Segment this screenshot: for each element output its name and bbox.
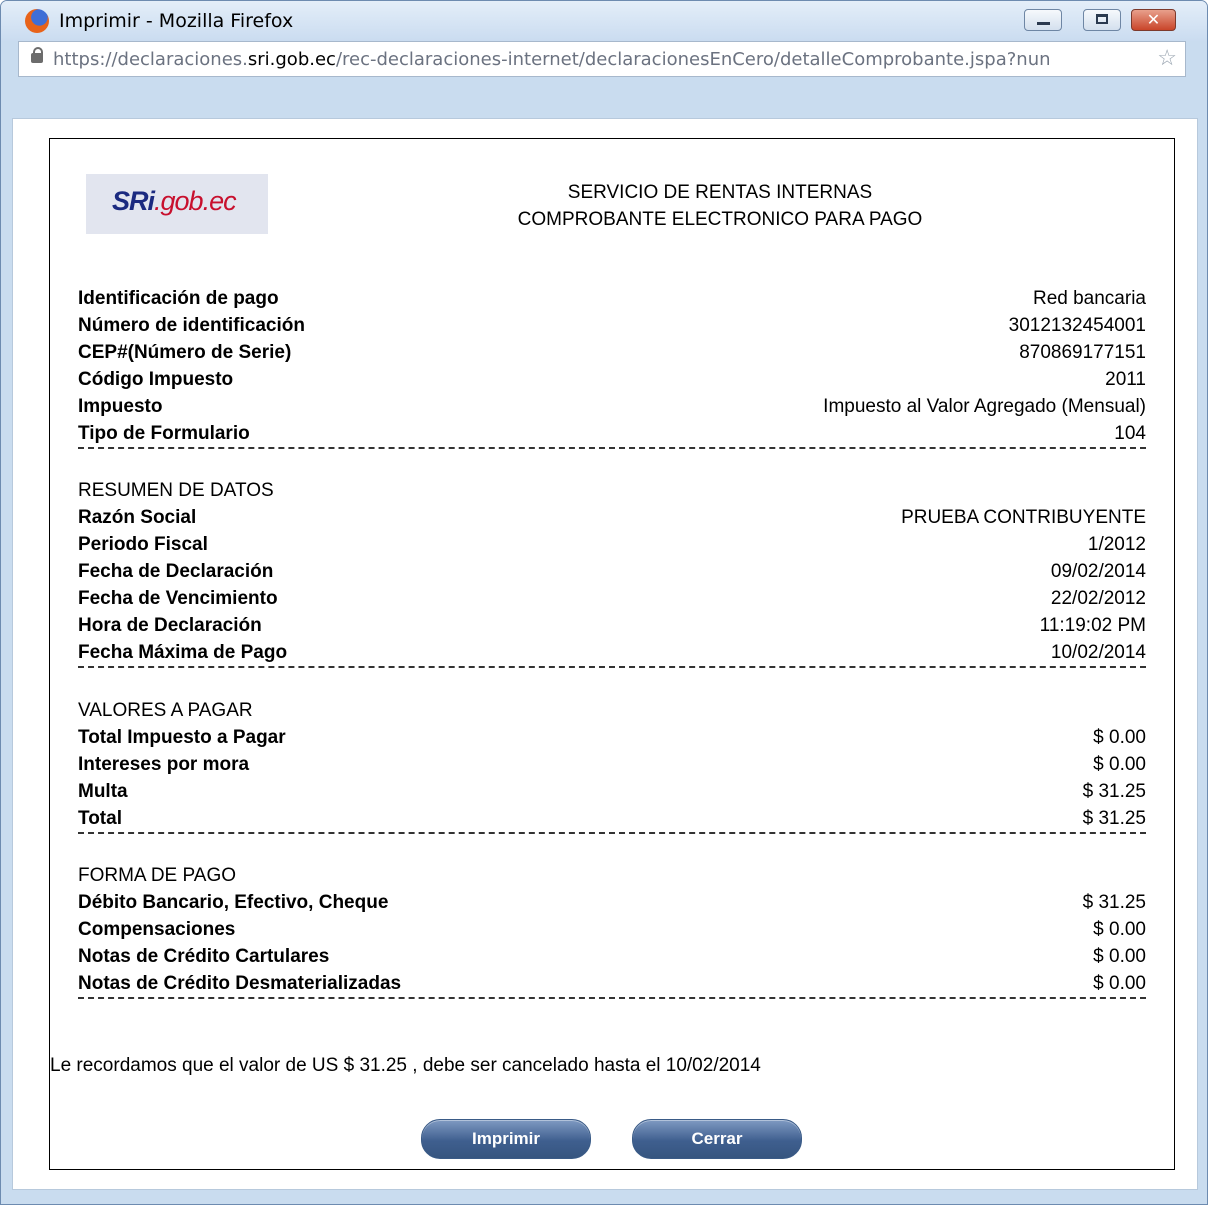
firefox-icon: [25, 9, 49, 33]
print-button[interactable]: Imprimir: [421, 1119, 591, 1159]
list-item: Notas de Crédito Cartulares $ 0.00: [78, 946, 1146, 967]
list-item: Total Impuesto a Pagar $ 0.00: [78, 727, 1146, 748]
close-window-button[interactable]: ✕: [1131, 9, 1176, 31]
sri-logo: SRi.gob.ec: [86, 174, 268, 234]
list-item: CEP#(Número de Serie) 870869177151: [78, 342, 1146, 363]
list-item: Fecha de Declaración 09/02/2014: [78, 561, 1146, 582]
list-item: Intereses por mora $ 0.00: [78, 754, 1146, 775]
identificacion-section: Identificación de pago Red bancaria Númer…: [78, 285, 1146, 449]
forma-pago-section: FORMA DE PAGO Débito Bancario, Efectivo,…: [78, 862, 1146, 999]
list-item: Identificación de pago Red bancaria: [78, 288, 1146, 309]
close-icon: ✕: [1146, 10, 1161, 29]
list-item: Hora de Declaración 11:19:02 PM: [78, 615, 1146, 636]
firefox-window: Imprimir - Mozilla Firefox ✕ https://dec…: [0, 0, 1208, 1205]
payment-reminder: Le recordamos que el valor de US $ 31.25…: [50, 1055, 761, 1076]
header-line-1: SERVICIO DE RENTAS INTERNAS: [567, 182, 873, 203]
page-content: SRi.gob.ec SERVICIO DE RENTAS INTERNAS C…: [12, 118, 1198, 1190]
list-item: Fecha Máxima de Pago 10/02/2014: [78, 642, 1146, 663]
list-item: Razón Social PRUEBA CONTRIBUYENTE: [78, 507, 1146, 528]
list-item: Notas de Crédito Desmaterializadas $ 0.00: [78, 973, 1146, 994]
list-item: Compensaciones $ 0.00: [78, 919, 1146, 940]
list-item: Código Impuesto 2011: [78, 369, 1146, 390]
list-item: Total $ 31.25: [78, 808, 1146, 829]
minimize-button[interactable]: [1024, 9, 1062, 31]
minimize-icon: [1037, 22, 1050, 25]
close-button[interactable]: Cerrar: [632, 1119, 802, 1159]
title-bar: Imprimir - Mozilla Firefox ✕: [1, 1, 1207, 41]
lock-icon: [31, 47, 43, 63]
section-title: FORMA DE PAGO: [78, 865, 237, 886]
section-title: VALORES A PAGAR: [78, 700, 253, 721]
list-item: Multa $ 31.25: [78, 781, 1146, 802]
list-item: Débito Bancario, Efectivo, Cheque $ 31.25: [78, 892, 1146, 913]
valores-section: VALORES A PAGAR Total Impuesto a Pagar $ …: [78, 697, 1146, 834]
header-line-2: COMPROBANTE ELECTRONICO PARA PAGO: [517, 209, 923, 230]
receipt-frame: SRi.gob.ec SERVICIO DE RENTAS INTERNAS C…: [49, 138, 1175, 1170]
list-item: Periodo Fiscal 1/2012: [78, 534, 1146, 555]
maximize-icon: [1096, 14, 1108, 24]
list-item: Fecha de Vencimiento 22/02/2012: [78, 588, 1146, 609]
list-item: Número de identificación 3012132454001: [78, 315, 1146, 336]
receipt-header: SERVICIO DE RENTAS INTERNAS COMPROBANTE …: [450, 179, 990, 233]
url-text: https://declaraciones.sri.gob.ec/rec-dec…: [53, 49, 1051, 70]
address-bar[interactable]: https://declaraciones.sri.gob.ec/rec-dec…: [18, 41, 1186, 77]
resumen-section: RESUMEN DE DATOS Razón Social PRUEBA CONT…: [78, 477, 1146, 668]
window-title: Imprimir - Mozilla Firefox: [59, 10, 294, 32]
section-title: RESUMEN DE DATOS: [78, 480, 274, 501]
maximize-button[interactable]: [1083, 9, 1121, 31]
list-item: Tipo de Formulario 104: [78, 423, 1146, 444]
bookmark-star-icon[interactable]: ☆: [1157, 45, 1177, 71]
list-item: Impuesto Impuesto al Valor Agregado (Mens…: [78, 396, 1146, 417]
